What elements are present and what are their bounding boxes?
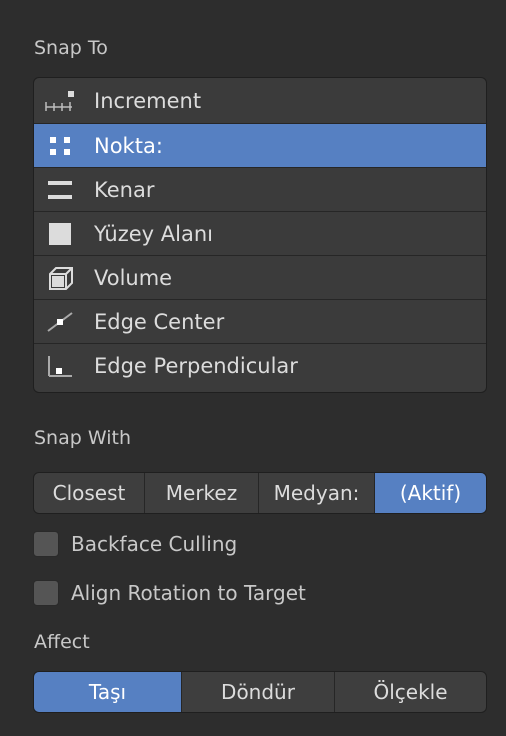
affect-move[interactable]: Taşı: [34, 672, 181, 712]
snap-item-label: Increment: [94, 88, 202, 113]
snap-item-label: Kenar: [94, 177, 155, 202]
affect-label: Affect: [34, 631, 90, 653]
snap-item-label: Nokta:: [94, 133, 163, 158]
checkbox-label: Backface Culling: [71, 532, 238, 556]
snap-item-increment[interactable]: Increment: [34, 78, 486, 123]
snap-item-vertex[interactable]: Nokta:: [34, 123, 486, 167]
snap-item-edge[interactable]: Kenar: [34, 167, 486, 211]
face-icon: [42, 220, 78, 248]
snap-with-median[interactable]: Medyan:: [258, 473, 374, 513]
snap-to-list: Increment Nokta: Kenar Yüzey Alanı Volum…: [33, 77, 487, 393]
checkbox-box[interactable]: [33, 580, 59, 606]
snap-item-volume[interactable]: Volume: [34, 255, 486, 299]
affect-scale[interactable]: Ölçekle: [334, 672, 486, 712]
checkbox-box[interactable]: [33, 531, 59, 557]
snap-with-selector: Closest Merkez Medyan: (Aktif): [33, 472, 487, 514]
align-rotation-checkbox[interactable]: Align Rotation to Target: [33, 580, 306, 606]
snap-item-edge-perpendicular[interactable]: Edge Perpendicular: [34, 343, 486, 387]
snap-with-active[interactable]: (Aktif): [374, 473, 486, 513]
affect-selector: Taşı Döndür Ölçekle: [33, 671, 487, 713]
increment-icon: [42, 87, 78, 115]
snap-item-edge-center[interactable]: Edge Center: [34, 299, 486, 343]
backface-culling-checkbox[interactable]: Backface Culling: [33, 531, 237, 557]
edge-center-icon: [42, 308, 78, 336]
edge-perpendicular-icon: [42, 352, 78, 380]
snap-to-label: Snap To: [34, 37, 108, 59]
affect-rotate[interactable]: Döndür: [181, 672, 334, 712]
vertex-icon: [42, 132, 78, 160]
snap-item-label: Yüzey Alanı: [94, 221, 213, 246]
snap-with-center[interactable]: Merkez: [144, 473, 258, 513]
snap-with-label: Snap With: [34, 427, 131, 449]
snap-item-label: Volume: [94, 265, 173, 290]
volume-icon: [42, 264, 78, 292]
edge-icon: [42, 176, 78, 204]
snap-item-face[interactable]: Yüzey Alanı: [34, 211, 486, 255]
snap-item-label: Edge Perpendicular: [94, 353, 298, 378]
snap-with-closest[interactable]: Closest: [34, 473, 144, 513]
snap-item-label: Edge Center: [94, 309, 225, 334]
checkbox-label: Align Rotation to Target: [71, 581, 306, 605]
